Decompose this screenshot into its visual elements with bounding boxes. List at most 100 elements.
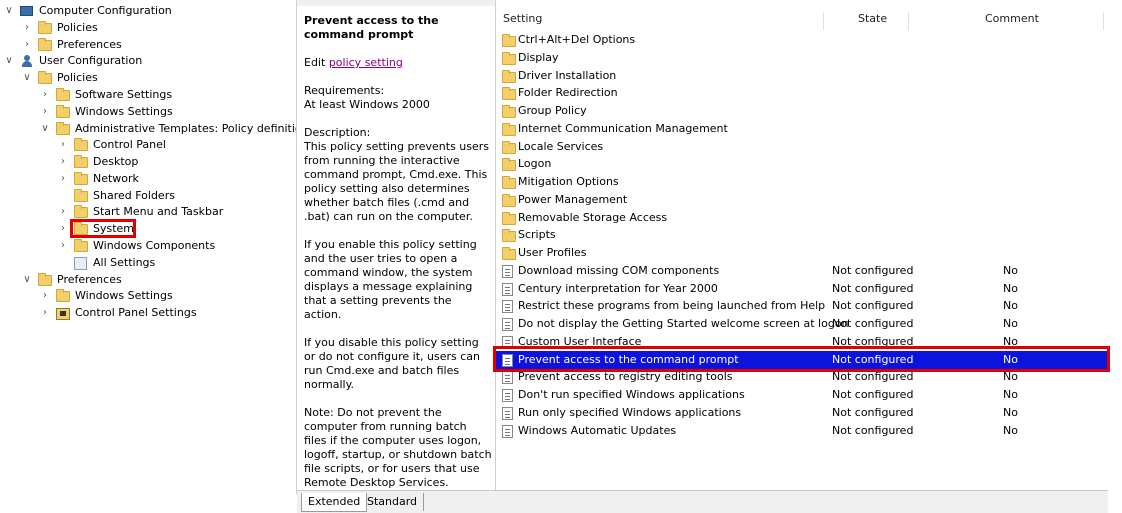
folder-icon <box>38 71 52 84</box>
setting-name: Removable Storage Access <box>518 210 668 224</box>
setting-state: Not configured <box>832 352 914 366</box>
folder-icon <box>74 205 88 218</box>
setting-state: Not configured <box>832 263 914 277</box>
table-row[interactable]: Mitigation Options <box>496 173 1108 191</box>
setting-name: Do not display the Getting Started welco… <box>518 317 849 330</box>
table-row[interactable]: Restrict these programs from being launc… <box>496 297 1108 315</box>
column-header-state[interactable]: State <box>858 8 887 30</box>
chevron-right-icon[interactable]: › <box>39 103 51 120</box>
chevron-right-icon[interactable]: › <box>39 287 51 304</box>
folder-icon <box>502 34 516 47</box>
chevron-right-icon[interactable]: › <box>57 203 69 220</box>
setting-name: Ctrl+Alt+Del Options <box>518 33 636 46</box>
tree-node-label: Administrative Templates: Policy definit… <box>75 122 297 135</box>
table-row[interactable]: Display <box>496 49 1108 67</box>
setting-comment: No <box>1003 317 1018 330</box>
table-row[interactable]: Driver Installation <box>496 67 1108 85</box>
setting-comment: No <box>1003 370 1018 384</box>
folder-icon <box>56 122 70 135</box>
setting-name: Don't run specified Windows applications <box>518 388 745 401</box>
edit-policy-link[interactable]: policy setting <box>329 56 403 69</box>
table-row[interactable]: Do not display the Getting Started welco… <box>496 315 1108 333</box>
setting-name: Restrict these programs from being launc… <box>518 299 826 313</box>
tree-node-label: Preferences <box>57 273 122 286</box>
tree-node-label: Computer Configuration <box>39 4 172 17</box>
chevron-right-icon[interactable]: › <box>21 19 33 36</box>
setting-state: Not configured <box>832 388 914 401</box>
table-row[interactable]: Removable Storage Access <box>496 209 1108 227</box>
table-row[interactable]: Folder Redirection <box>496 84 1108 102</box>
setting-name: User Profiles <box>518 246 587 259</box>
table-row[interactable]: Scripts <box>496 226 1108 244</box>
chevron-right-icon[interactable]: › <box>57 220 69 237</box>
tree-node-label: Desktop <box>93 155 139 168</box>
settings-icon <box>74 256 88 270</box>
column-header-setting[interactable]: Setting <box>503 8 542 30</box>
setting-name: Windows Automatic Updates <box>518 423 677 437</box>
chevron-down-icon[interactable]: ∨ <box>21 69 33 86</box>
chevron-right-icon[interactable]: › <box>57 153 69 170</box>
policy-icon <box>502 389 516 402</box>
setting-name: Download missing COM components <box>518 263 720 277</box>
chevron-right-icon[interactable]: › <box>21 36 33 53</box>
chevron-down-icon[interactable]: ∨ <box>3 52 15 69</box>
policy-icon <box>502 282 516 296</box>
table-row[interactable]: Internet Communication Management <box>496 120 1108 138</box>
description-pane: Prevent access to the command prompt Edi… <box>297 0 496 490</box>
edit-prefix: Edit <box>304 56 329 69</box>
table-row[interactable]: Prevent access to the command prompt Not … <box>496 350 1108 369</box>
table-row[interactable]: Group Policy <box>496 102 1108 120</box>
table-row[interactable]: Run only specified Windows applications N… <box>496 404 1108 422</box>
tab-standard[interactable]: Standard <box>361 493 425 511</box>
table-row[interactable]: Ctrl+Alt+Del Options <box>496 31 1108 49</box>
table-row[interactable]: Custom User Interface Not configured No <box>496 333 1108 351</box>
chevron-down-icon[interactable]: ∨ <box>39 120 51 137</box>
tab-extended[interactable]: Extended <box>301 493 368 512</box>
folder-icon <box>74 189 88 202</box>
tree-node-label: Windows Settings <box>75 105 173 118</box>
table-row[interactable]: User Profiles <box>496 244 1108 262</box>
column-separator[interactable] <box>908 12 909 30</box>
folder-icon <box>502 193 516 207</box>
policy-icon <box>502 264 516 278</box>
requirements-value: At least Windows 2000 <box>304 98 430 111</box>
chevron-right-icon[interactable]: › <box>57 136 69 153</box>
table-row[interactable]: Windows Automatic Updates Not configured N… <box>496 422 1108 440</box>
policy-icon <box>502 406 516 420</box>
chevron-down-icon[interactable]: ∨ <box>21 271 33 288</box>
chevron-down-icon[interactable]: ∨ <box>3 2 15 19</box>
chevron-right-icon[interactable]: › <box>57 170 69 187</box>
column-separator[interactable] <box>823 12 824 30</box>
view-tabs: Extended Standard <box>297 490 1108 513</box>
column-separator[interactable] <box>1103 12 1104 30</box>
folder-icon <box>56 88 70 101</box>
tree-node-label: Control Panel <box>93 138 166 151</box>
policy-icon <box>502 300 516 314</box>
policy-icon <box>502 353 516 367</box>
table-row[interactable]: Power Management <box>496 191 1108 209</box>
folder-icon <box>74 222 88 235</box>
description-paragraph: If you enable this policy setting and th… <box>304 238 477 321</box>
folder-icon <box>502 140 516 154</box>
folder-icon <box>502 122 516 136</box>
table-row[interactable]: Locale Services <box>496 138 1108 156</box>
table-row[interactable]: Download missing COM components Not confi… <box>496 262 1108 280</box>
folder-icon <box>56 105 70 118</box>
table-row[interactable]: Logon <box>496 155 1108 173</box>
setting-name: Display <box>518 50 559 64</box>
setting-comment: No <box>1003 352 1018 366</box>
list-header: Setting State Comment <box>496 8 1108 30</box>
setting-name: Group Policy <box>518 104 587 117</box>
setting-name: Prevent access to registry editing tools <box>518 370 733 384</box>
chevron-right-icon[interactable]: › <box>39 86 51 103</box>
description-content: Prevent access to the command prompt Edi… <box>304 14 492 490</box>
column-header-comment[interactable]: Comment <box>985 8 1039 30</box>
control-panel-icon <box>56 306 70 320</box>
policy-icon <box>502 335 516 349</box>
chevron-right-icon[interactable]: › <box>57 237 69 254</box>
table-row[interactable]: Century interpretation for Year 2000 Not … <box>496 280 1108 298</box>
tree-node-label: Control Panel Settings <box>75 306 197 319</box>
chevron-right-icon[interactable]: › <box>39 304 51 321</box>
table-row[interactable]: Don't run specified Windows applications… <box>496 386 1108 404</box>
table-row[interactable]: Prevent access to registry editing tools… <box>496 368 1108 386</box>
